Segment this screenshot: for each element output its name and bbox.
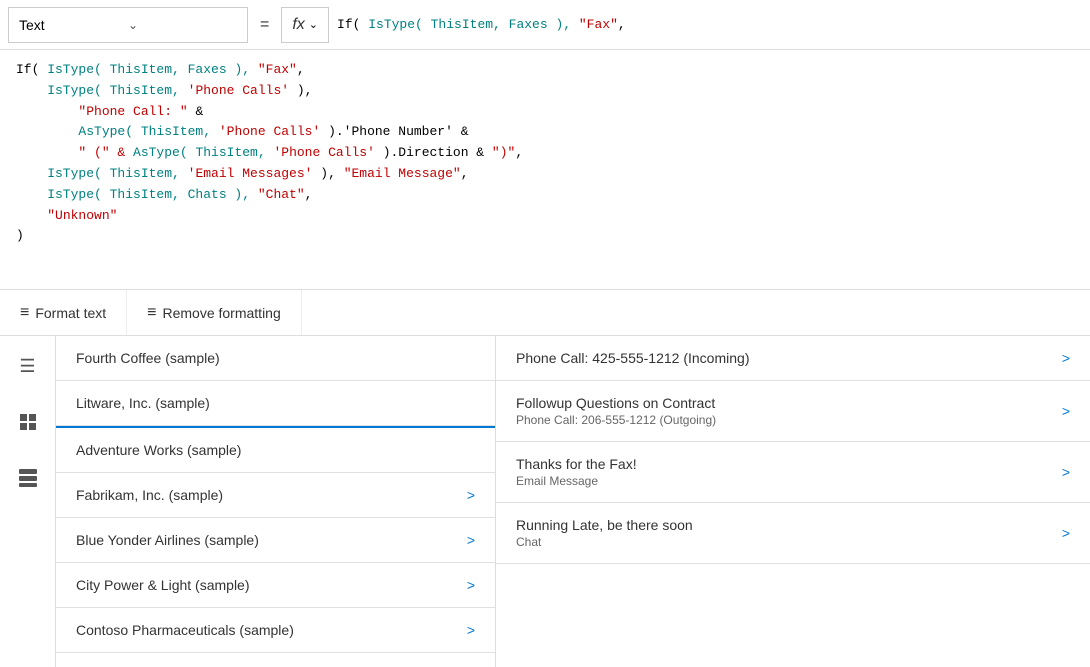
right-item-chevron-4: > — [1062, 525, 1070, 541]
list-item-no-chevron-2[interactable]: Litware, Inc. (sample) — [56, 381, 495, 426]
list-item-text-2: Litware, Inc. (sample) — [76, 395, 210, 411]
layers-icon[interactable] — [10, 404, 46, 440]
hamburger-icon[interactable]: ☰ — [10, 348, 46, 384]
code-line-6: IsType( ThisItem, 'Email Messages' ), "E… — [16, 164, 1074, 185]
remove-formatting-icon: ≡ — [147, 304, 156, 322]
right-item-info-4: Running Late, be there soon Chat — [516, 517, 1052, 549]
right-item-3[interactable]: Thanks for the Fax! Email Message > — [496, 442, 1090, 503]
equals-sign: = — [256, 16, 273, 34]
right-panel: Phone Call: 425-555-1212 (Incoming) > Fo… — [496, 336, 1090, 667]
formula-preview: If( IsType( ThisItem, Faxes ), "Fax", — [337, 15, 1082, 35]
right-item-title-1: Phone Call: 425-555-1212 (Incoming) — [516, 350, 1052, 366]
format-text-icon: ≡ — [20, 304, 29, 322]
list-item-chevron-6: > — [467, 577, 475, 593]
right-item-title-3: Thanks for the Fax! — [516, 456, 1052, 472]
right-item-1[interactable]: Phone Call: 425-555-1212 (Incoming) > — [496, 336, 1090, 381]
list-item-text-7: Contoso Pharmaceuticals (sample) — [76, 622, 294, 638]
right-item-chevron-2: > — [1062, 403, 1070, 419]
list-item-text-6: City Power & Light (sample) — [76, 577, 250, 593]
list-item-chevron-5: > — [467, 532, 475, 548]
sidebar-icons: ☰ — [0, 336, 56, 667]
list-item-chevron-7: > — [467, 622, 475, 638]
list-item-no-chevron-1[interactable]: Fourth Coffee (sample) — [56, 336, 495, 381]
code-line-4: AsType( ThisItem, 'Phone Calls' ).'Phone… — [16, 122, 1074, 143]
list-panel: Fourth Coffee (sample) Litware, Inc. (sa… — [56, 336, 496, 667]
code-line-8: "Unknown" — [16, 206, 1074, 227]
list-item-text-5: Blue Yonder Airlines (sample) — [76, 532, 259, 548]
remove-formatting-button[interactable]: ≡ Remove formatting — [127, 290, 302, 335]
code-line-2: IsType( ThisItem, 'Phone Calls' ), — [16, 81, 1074, 102]
field-dropdown[interactable]: Text ⌄ — [8, 7, 248, 43]
list-item-6[interactable]: City Power & Light (sample) > — [56, 563, 495, 608]
list-item-no-chevron-3[interactable]: Adventure Works (sample) — [56, 426, 495, 473]
code-line-7: IsType( ThisItem, Chats ), "Chat", — [16, 185, 1074, 206]
right-item-title-4: Running Late, be there soon — [516, 517, 1052, 533]
right-item-subtitle-2: Phone Call: 206-555-1212 (Outgoing) — [516, 413, 1052, 427]
right-item-info-3: Thanks for the Fax! Email Message — [516, 456, 1052, 488]
list-item-5[interactable]: Blue Yonder Airlines (sample) > — [56, 518, 495, 563]
right-item-chevron-1: > — [1062, 350, 1070, 366]
list-item-4[interactable]: Fabrikam, Inc. (sample) > — [56, 473, 495, 518]
toolbar-row: ≡ Format text ≡ Remove formatting — [0, 290, 1090, 336]
format-text-label: Format text — [35, 305, 106, 321]
code-line-5: " (" & AsType( ThisItem, 'Phone Calls' )… — [16, 143, 1074, 164]
fx-button[interactable]: fx ⌄ — [281, 7, 329, 43]
list-item-text-3: Adventure Works (sample) — [76, 442, 241, 458]
list-item-8[interactable]: Alpine Ski House (sample) > — [56, 653, 495, 667]
code-line-1: If( IsType( ThisItem, Faxes ), "Fax", — [16, 60, 1074, 81]
right-item-chevron-3: > — [1062, 464, 1070, 480]
list-item-text-4: Fabrikam, Inc. (sample) — [76, 487, 223, 503]
fx-chevron-icon: ⌄ — [309, 18, 318, 31]
field-label: Text — [19, 17, 128, 33]
list-item-7[interactable]: Contoso Pharmaceuticals (sample) > — [56, 608, 495, 653]
right-item-4[interactable]: Running Late, be there soon Chat > — [496, 503, 1090, 564]
code-line-9: ) — [16, 226, 1074, 247]
right-item-title-2: Followup Questions on Contract — [516, 395, 1052, 411]
code-line-3: "Phone Call: " & — [16, 102, 1074, 123]
format-text-button[interactable]: ≡ Format text — [0, 290, 127, 335]
grid-icon[interactable] — [10, 460, 46, 496]
remove-formatting-label: Remove formatting — [162, 305, 280, 321]
right-item-subtitle-3: Email Message — [516, 474, 1052, 488]
main-content: ☰ Fourth Coffee (sample) Litware, Inc. (… — [0, 336, 1090, 667]
right-item-info-1: Phone Call: 425-555-1212 (Incoming) — [516, 350, 1052, 366]
top-bar: Text ⌄ = fx ⌄ If( IsType( ThisItem, Faxe… — [0, 0, 1090, 50]
right-item-subtitle-4: Chat — [516, 535, 1052, 549]
list-item-chevron-4: > — [467, 487, 475, 503]
fx-icon: fx — [292, 16, 304, 34]
code-editor[interactable]: If( IsType( ThisItem, Faxes ), "Fax", Is… — [0, 50, 1090, 290]
list-item-text-1: Fourth Coffee (sample) — [76, 350, 220, 366]
right-item-2[interactable]: Followup Questions on Contract Phone Cal… — [496, 381, 1090, 442]
right-item-info-2: Followup Questions on Contract Phone Cal… — [516, 395, 1052, 427]
dropdown-chevron-icon: ⌄ — [128, 18, 237, 32]
